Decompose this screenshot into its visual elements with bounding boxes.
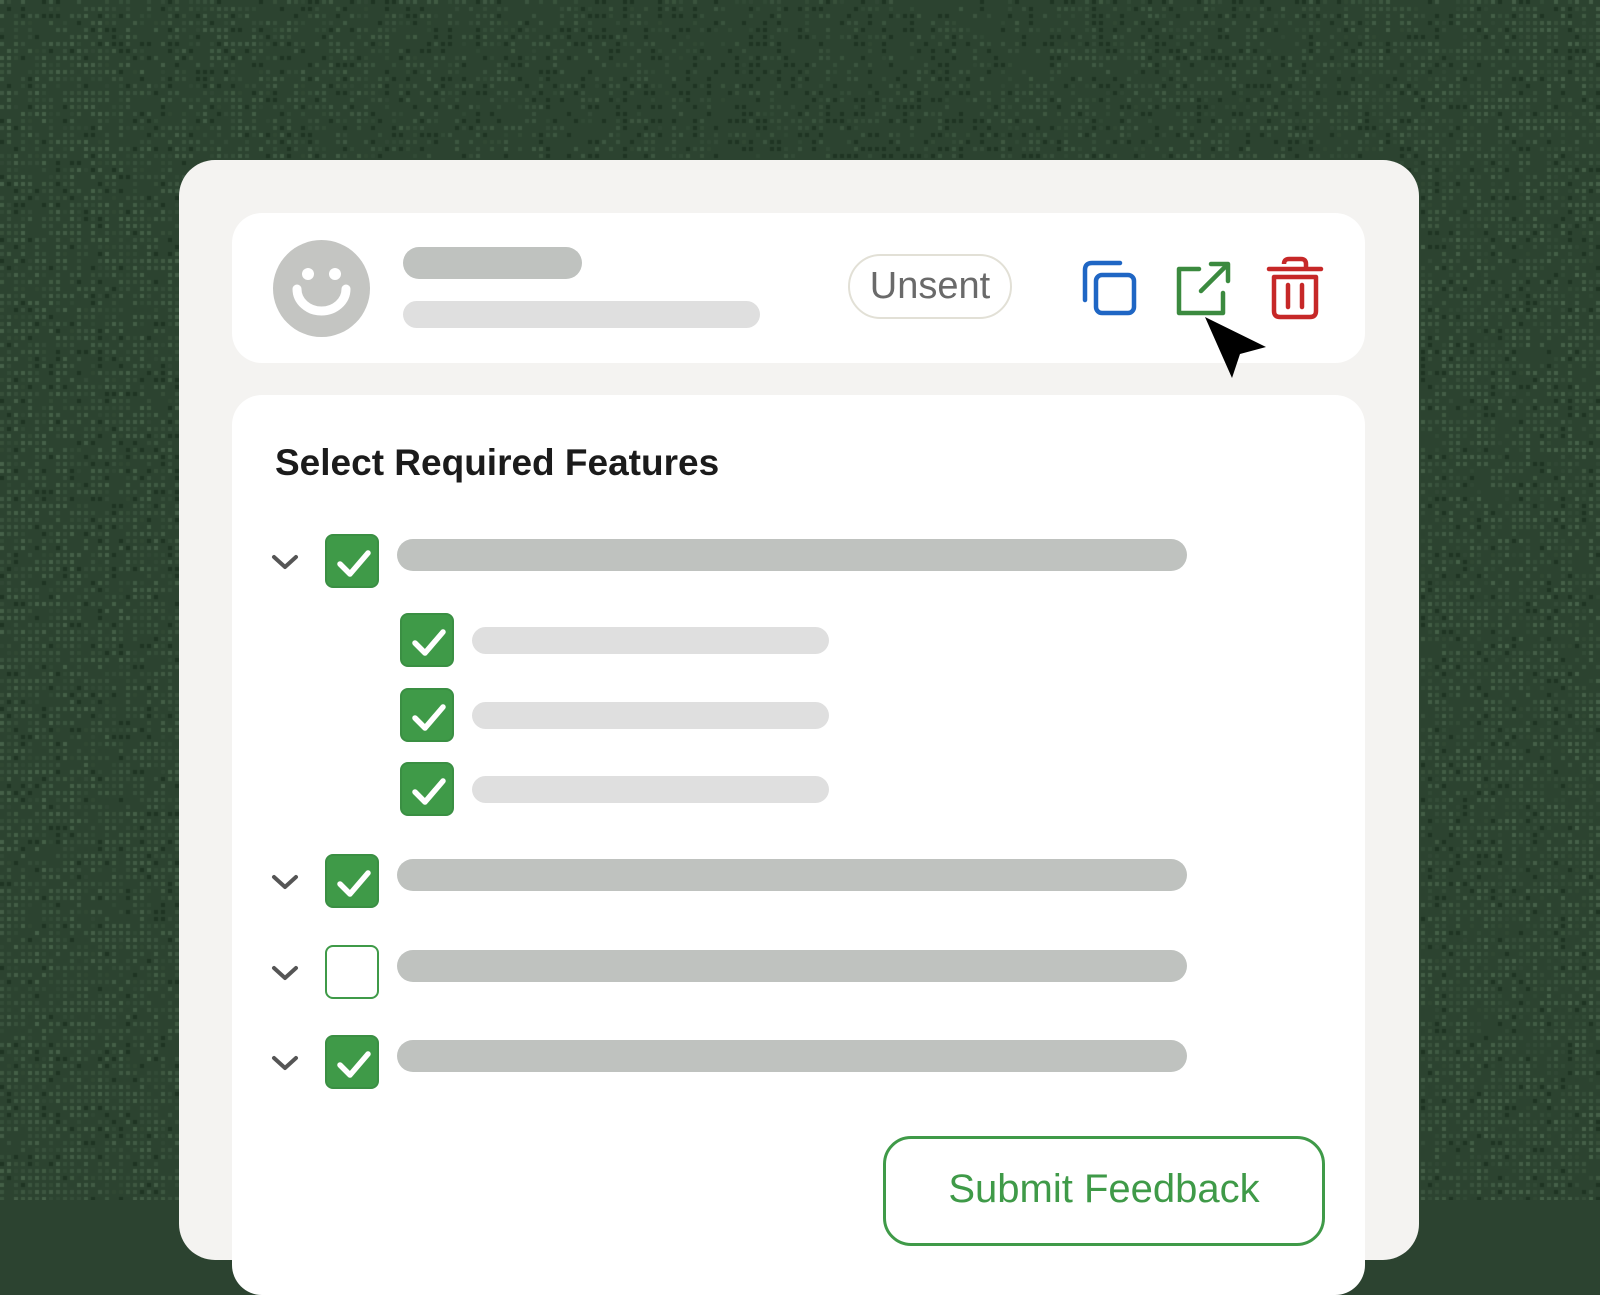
checkmark-icon [337,870,371,897]
feature-label-placeholder [397,1040,1187,1072]
copy-icon [1082,260,1137,316]
sub-feature-checkbox[interactable] [400,762,454,816]
status-badge: Unsent [848,254,1012,319]
feature-label-placeholder [397,859,1187,891]
trash-icon [1266,256,1324,320]
sub-feature-label-placeholder [472,627,829,654]
chevron-down-icon [272,875,298,889]
feature-checkbox[interactable] [325,1035,379,1089]
sub-feature-checkbox[interactable] [400,688,454,742]
mouse-pointer-icon [1205,317,1266,378]
copy-button[interactable] [1076,255,1142,321]
chevron-down-icon [272,555,298,569]
feature-label-placeholder [397,950,1187,982]
expand-toggle[interactable] [268,961,302,985]
checkmark-icon [337,1051,371,1078]
submit-feedback-button[interactable]: Submit Feedback [883,1136,1325,1246]
sub-feature-checkbox[interactable] [400,613,454,667]
avatar-smiley-icon [273,240,370,337]
sender-name-placeholder [403,247,582,279]
feature-checkbox[interactable] [325,534,379,588]
feature-label-placeholder [397,539,1187,571]
sender-detail-placeholder [403,301,760,328]
checkmark-icon [337,550,371,577]
feature-checkbox[interactable] [325,854,379,908]
checkmark-icon [412,778,446,805]
feature-checkbox[interactable] [325,945,379,999]
chevron-down-icon [272,1056,298,1070]
chevron-down-icon [272,966,298,980]
checkmark-icon [412,704,446,731]
sub-feature-label-placeholder [472,776,829,803]
sub-feature-label-placeholder [472,702,829,729]
expand-toggle[interactable] [268,550,302,574]
expand-toggle[interactable] [268,870,302,894]
expand-toggle[interactable] [268,1051,302,1075]
delete-button[interactable] [1262,255,1328,321]
checkmark-icon [412,629,446,656]
section-title: Select Required Features [275,442,720,483]
